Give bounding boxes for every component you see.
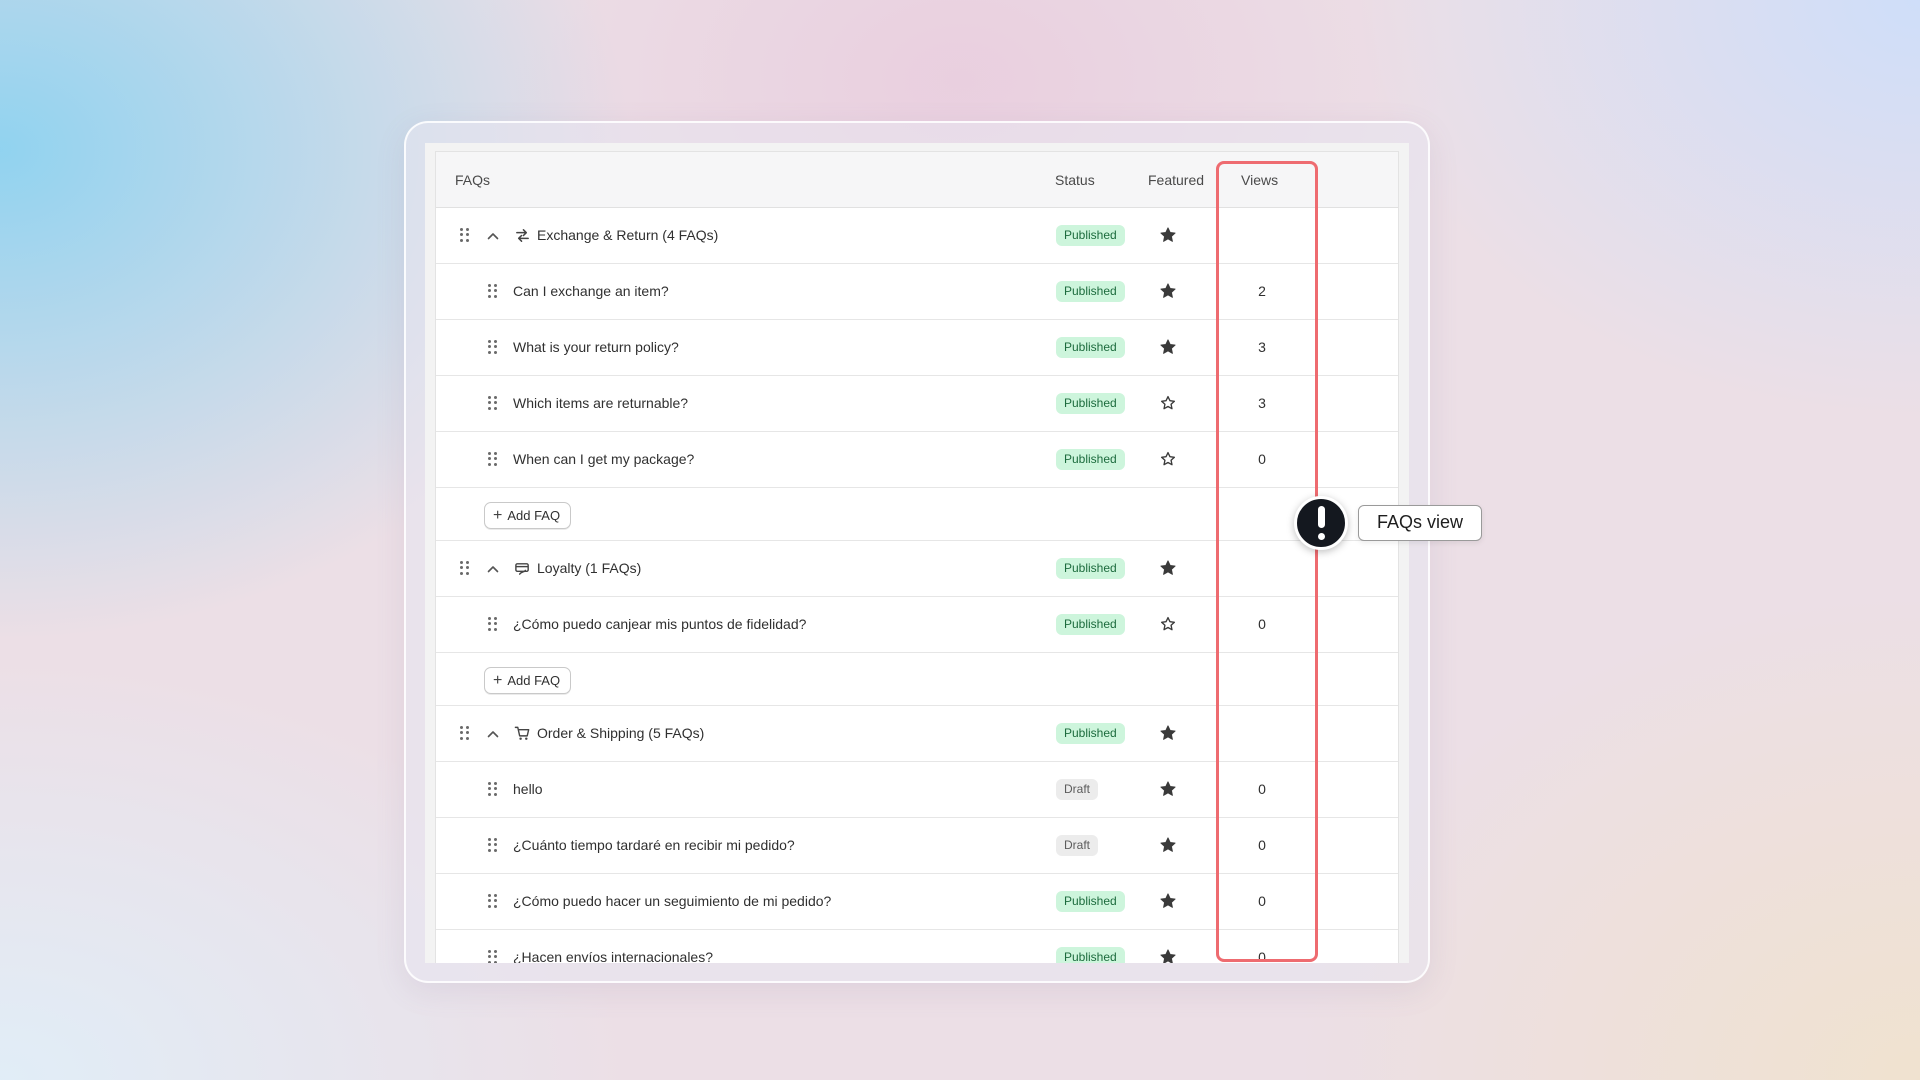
star-filled-icon[interactable] (1159, 282, 1177, 300)
drag-handle-icon[interactable] (488, 950, 498, 963)
header-faqs: FAQs (455, 172, 491, 188)
chevron-up-icon[interactable] (486, 727, 500, 741)
loyalty-icon (514, 560, 531, 577)
add-faq-label: Add FAQ (507, 508, 561, 523)
drag-handle-icon[interactable] (488, 396, 498, 410)
drag-handle-icon[interactable] (460, 561, 470, 575)
exclamation-icon (1294, 496, 1348, 550)
faq-question[interactable]: ¿Cómo puedo hacer un seguimiento de mi p… (513, 893, 831, 909)
status-badge: Draft (1056, 779, 1099, 800)
faq-question[interactable]: Can I exchange an item? (513, 283, 669, 299)
views-column-highlight (1216, 161, 1318, 962)
category-title[interactable]: Exchange & Return (4 FAQs) (537, 227, 718, 243)
add-faq-button[interactable]: + Add FAQ (484, 502, 572, 529)
faq-question[interactable]: ¿Cuánto tiempo tardaré en recibir mi ped… (513, 837, 795, 853)
faq-question[interactable]: hello (513, 781, 543, 797)
status-badge: Published (1056, 225, 1125, 246)
star-filled-icon[interactable] (1159, 226, 1177, 244)
star-filled-icon[interactable] (1159, 836, 1177, 854)
status-badge: Published (1056, 947, 1125, 963)
chevron-up-icon[interactable] (486, 562, 500, 576)
exchange-icon (514, 227, 531, 244)
category-title[interactable]: Order & Shipping (5 FAQs) (537, 725, 704, 741)
status-badge: Published (1056, 393, 1125, 414)
drag-handle-icon[interactable] (488, 838, 498, 852)
star-filled-icon[interactable] (1159, 892, 1177, 910)
header-featured[interactable]: Featured (1148, 172, 1204, 188)
faq-question[interactable]: Which items are returnable? (513, 395, 688, 411)
callout-label: FAQs view (1358, 505, 1483, 541)
drag-handle-icon[interactable] (488, 894, 498, 908)
faq-question[interactable]: What is your return policy? (513, 339, 679, 355)
faq-question[interactable]: ¿Cómo puedo canjear mis puntos de fideli… (513, 616, 806, 632)
chevron-up-icon[interactable] (486, 229, 500, 243)
add-faq-button[interactable]: + Add FAQ (484, 667, 572, 694)
header-status[interactable]: Status (1055, 172, 1095, 188)
status-badge: Draft (1056, 835, 1099, 856)
plus-icon: + (493, 506, 503, 524)
status-badge: Published (1056, 891, 1125, 912)
star-filled-icon[interactable] (1159, 780, 1177, 798)
star-filled-icon[interactable] (1159, 338, 1177, 356)
star-outline-icon[interactable] (1159, 394, 1177, 412)
faq-question[interactable]: When can I get my package? (513, 451, 694, 467)
status-badge: Published (1056, 337, 1125, 358)
drag-handle-icon[interactable] (460, 726, 470, 740)
drag-handle-icon[interactable] (488, 340, 498, 354)
star-filled-icon[interactable] (1159, 559, 1177, 577)
status-badge: Published (1056, 281, 1125, 302)
drag-handle-icon[interactable] (488, 617, 498, 631)
drag-handle-icon[interactable] (460, 228, 470, 242)
plus-icon: + (493, 671, 503, 689)
add-faq-label: Add FAQ (507, 673, 561, 688)
status-badge: Published (1056, 614, 1125, 635)
status-badge: Published (1056, 558, 1125, 579)
cart-icon (514, 725, 531, 742)
star-outline-icon[interactable] (1159, 615, 1177, 633)
drag-handle-icon[interactable] (488, 284, 498, 298)
star-outline-icon[interactable] (1159, 450, 1177, 468)
star-filled-icon[interactable] (1159, 948, 1177, 963)
star-filled-icon[interactable] (1159, 724, 1177, 742)
status-badge: Published (1056, 723, 1125, 744)
drag-handle-icon[interactable] (488, 782, 498, 796)
drag-handle-icon[interactable] (488, 452, 498, 466)
category-title[interactable]: Loyalty (1 FAQs) (537, 560, 641, 576)
faq-question[interactable]: ¿Hacen envíos internacionales? (513, 949, 713, 963)
status-badge: Published (1056, 449, 1125, 470)
